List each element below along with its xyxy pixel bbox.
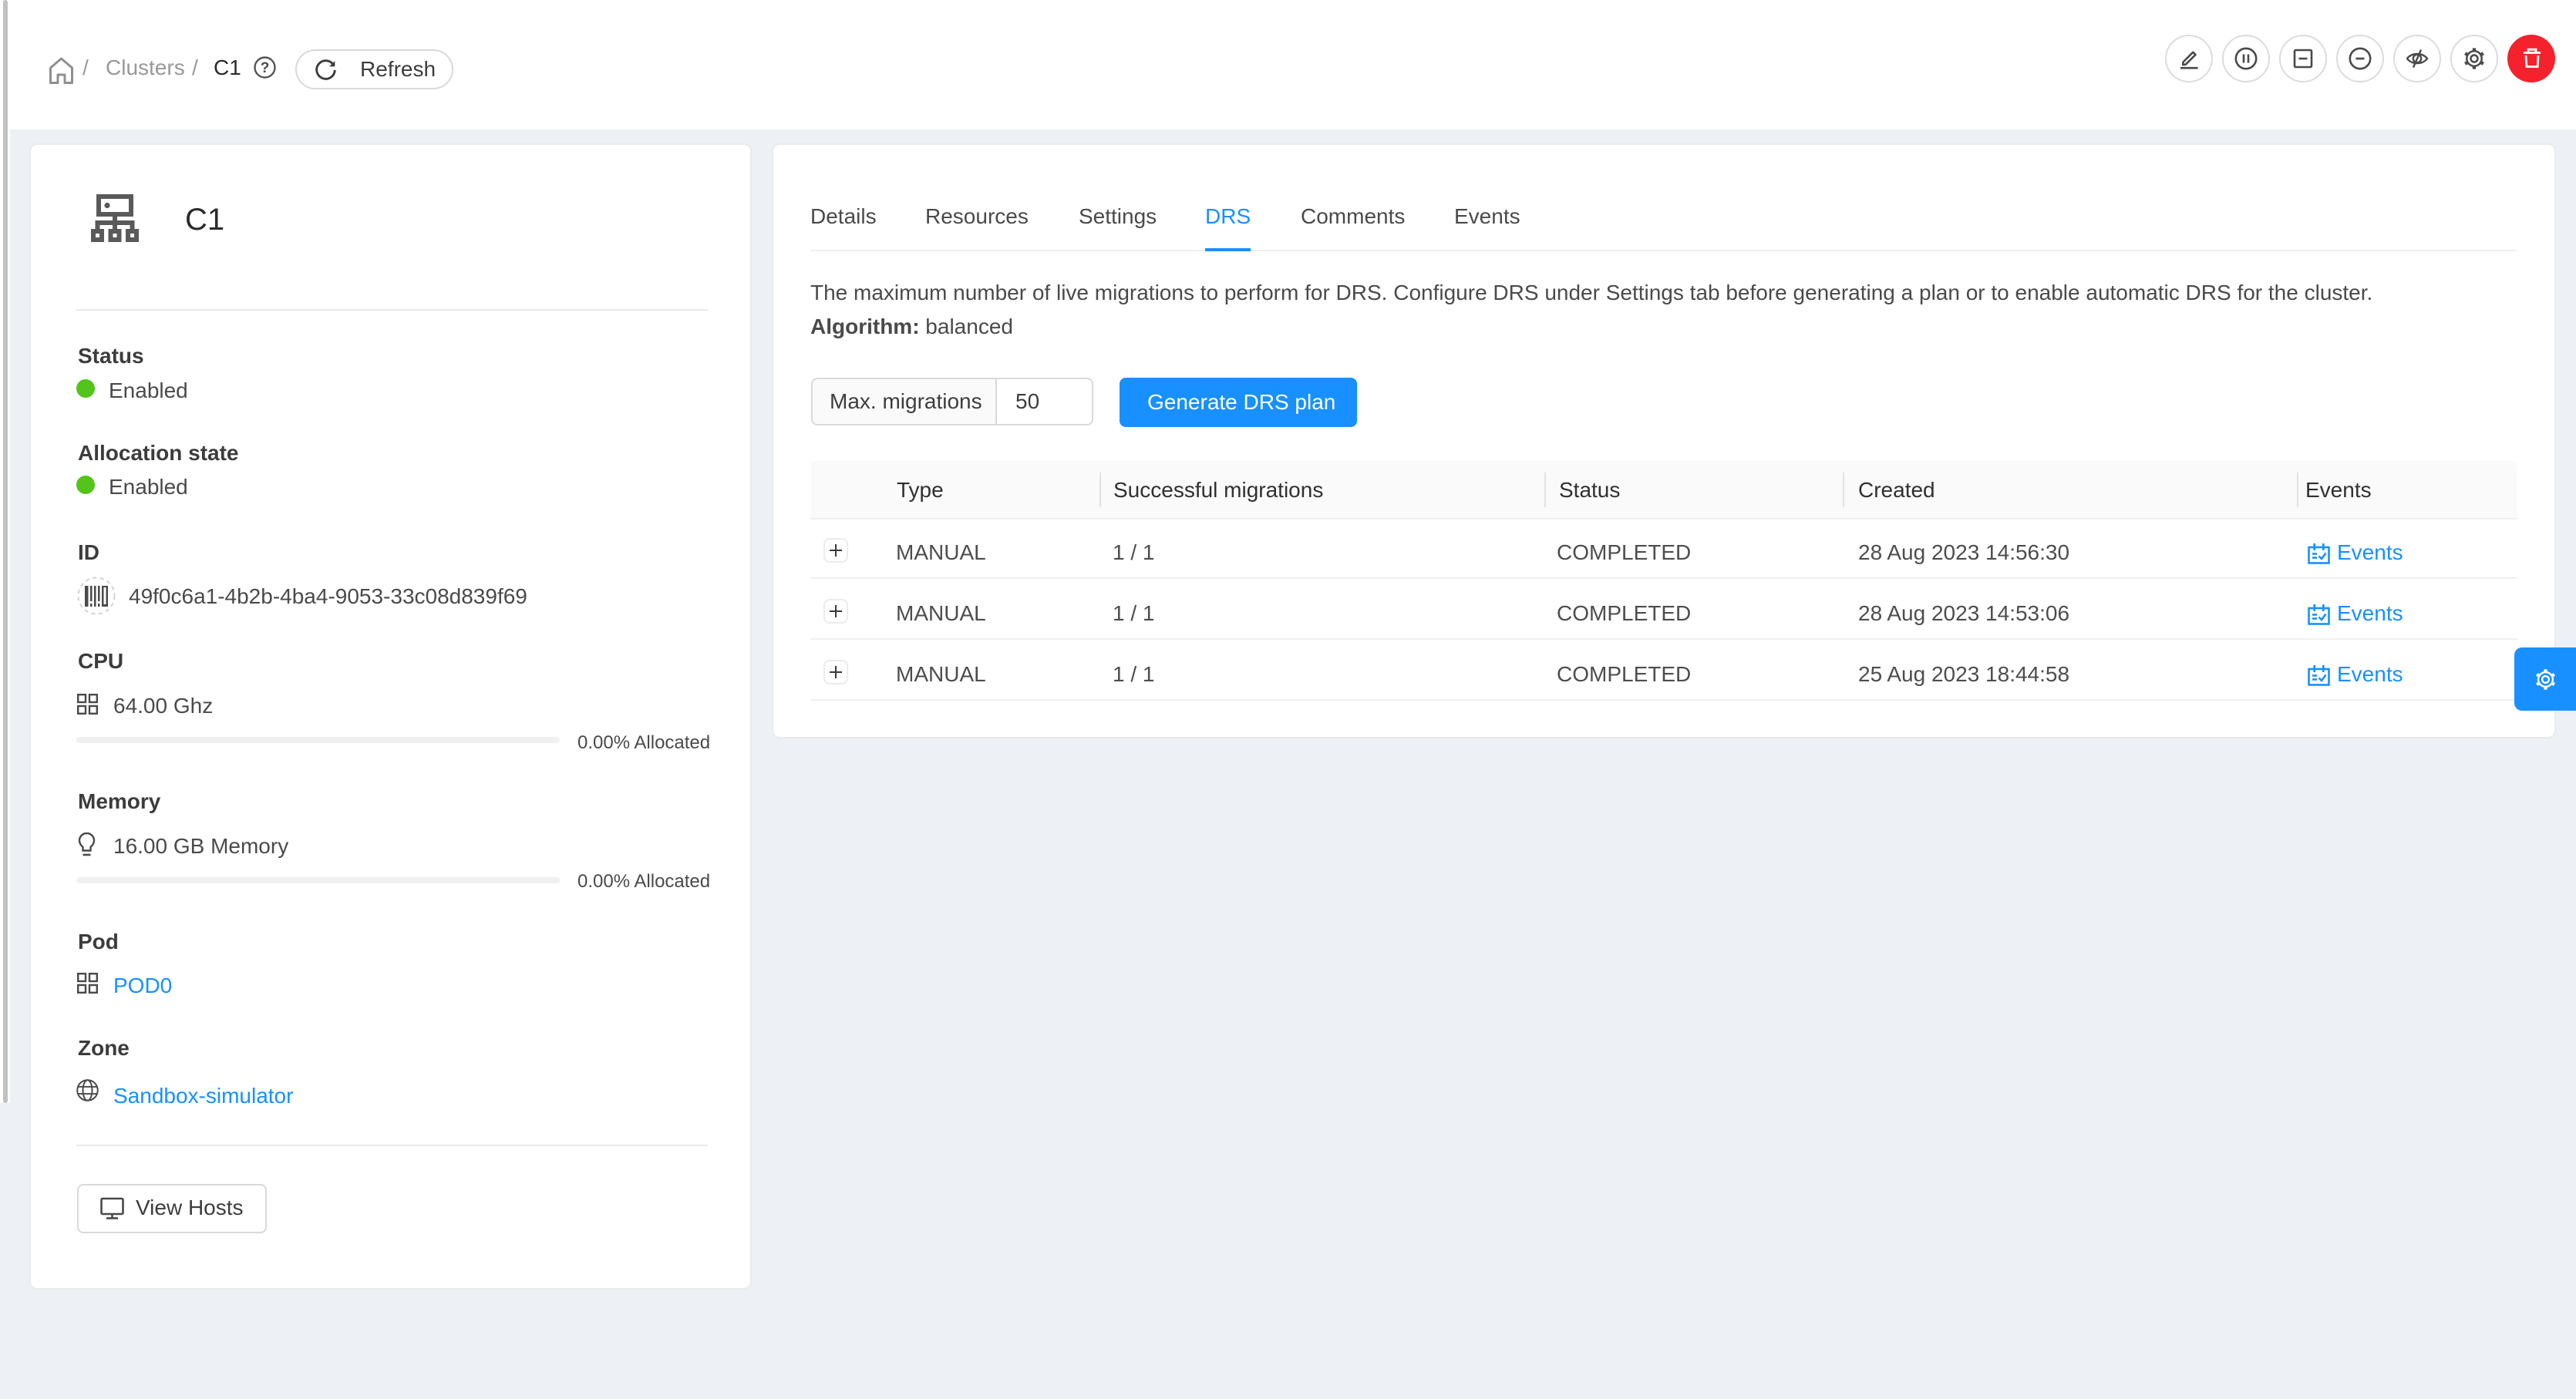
svg-text:?: ?: [261, 60, 270, 76]
